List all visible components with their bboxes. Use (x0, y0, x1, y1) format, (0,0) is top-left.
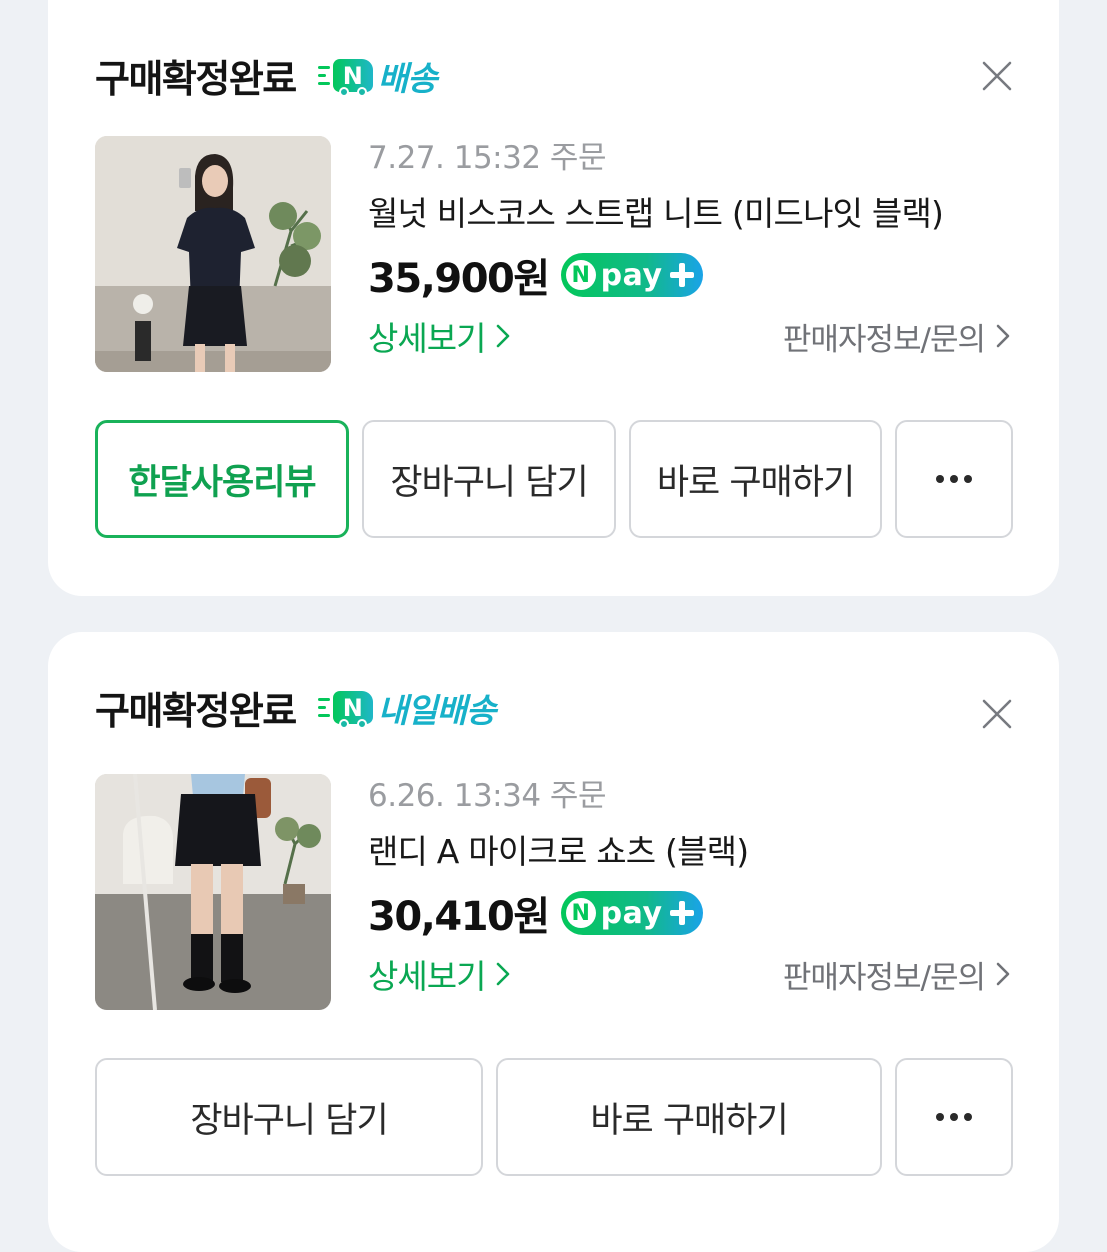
delivery-type-label: 배송 (377, 58, 438, 98)
order-header: 구매확정완료 N 내일배송 (95, 680, 496, 735)
add-to-cart-button[interactable]: 장바구니 담기 (95, 1058, 483, 1176)
price-row: 30,410원 N pay (368, 888, 1013, 940)
order-card: 구매확정완료 N 배송 7.27. 15:32 주문 월넛 비스코스 스트랩 니… (48, 0, 1059, 596)
product-title[interactable]: 랜디 A 마이크로 쇼츠 (블랙) (368, 830, 1013, 874)
more-options-button[interactable] (895, 420, 1013, 538)
order-date: 7.27. 15:32 주문 (368, 140, 606, 176)
seller-info-link[interactable]: 판매자정보/문의 (783, 952, 1013, 997)
speed-lines-icon (317, 66, 330, 85)
speed-lines-icon (317, 698, 330, 717)
view-detail-link[interactable]: 상세보기 (368, 950, 513, 998)
chevron-right-icon (497, 962, 510, 986)
n-delivery-badge: N 내일배송 (317, 684, 496, 732)
product-price: 35,900원 (368, 256, 550, 302)
view-detail-label: 상세보기 (368, 319, 486, 358)
buy-now-button[interactable]: 바로 구매하기 (496, 1058, 882, 1176)
n-delivery-badge: N 배송 (317, 52, 438, 100)
add-to-cart-button[interactable]: 장바구니 담기 (362, 420, 616, 538)
more-dots-icon (936, 1113, 972, 1121)
npay-plus-badge: N pay (560, 891, 703, 935)
product-title[interactable]: 월넛 비스코스 스트랩 니트 (미드나잇 블랙) (368, 192, 1013, 236)
product-image[interactable] (95, 774, 331, 1010)
product-info: 7.27. 15:32 주문 월넛 비스코스 스트랩 니트 (미드나잇 블랙) … (368, 136, 1013, 360)
n-delivery-truck-icon: N (332, 691, 373, 729)
order-header: 구매확정완료 N 배송 (95, 48, 437, 103)
seller-info-label: 판매자정보/문의 (782, 321, 986, 358)
npay-plus-badge: N pay (560, 253, 703, 297)
buy-now-button[interactable]: 바로 구매하기 (629, 420, 882, 538)
monthly-review-button[interactable]: 한달사용리뷰 (95, 420, 349, 538)
seller-info-link[interactable]: 판매자정보/문의 (783, 314, 1013, 359)
close-icon[interactable] (981, 60, 1013, 92)
npay-n-icon: N (565, 898, 596, 928)
more-dots-icon (936, 475, 972, 483)
plus-icon (667, 260, 697, 290)
seller-info-label: 판매자정보/문의 (782, 959, 986, 996)
links-row: 상세보기 판매자정보/문의 (368, 312, 1013, 360)
product-info: 6.26. 13:34 주문 랜디 A 마이크로 쇼츠 (블랙) 30,410원… (368, 774, 1013, 998)
order-status: 구매확정완료 (95, 689, 297, 733)
product-image[interactable] (95, 136, 331, 372)
npay-word: pay (600, 895, 663, 931)
npay-n-icon: N (565, 260, 596, 290)
chevron-right-icon (996, 324, 1010, 348)
close-icon[interactable] (981, 698, 1013, 730)
n-delivery-truck-icon: N (332, 59, 373, 97)
price-row: 35,900원 N pay (368, 250, 1013, 302)
view-detail-label: 상세보기 (368, 957, 486, 996)
more-options-button[interactable] (895, 1058, 1013, 1176)
view-detail-link[interactable]: 상세보기 (368, 312, 513, 360)
chevron-right-icon (497, 324, 510, 348)
plus-icon (667, 898, 697, 928)
chevron-right-icon (996, 962, 1010, 986)
product-price: 30,410원 (368, 894, 550, 940)
order-card: 구매확정완료 N 내일배송 6.26. 13:34 주문 랜디 A 마이크로 쇼… (48, 632, 1059, 1252)
order-status: 구매확정완료 (95, 57, 297, 101)
npay-word: pay (600, 257, 663, 293)
order-date: 6.26. 13:34 주문 (368, 778, 606, 814)
delivery-type-label: 내일배송 (377, 690, 496, 730)
links-row: 상세보기 판매자정보/문의 (368, 950, 1013, 998)
